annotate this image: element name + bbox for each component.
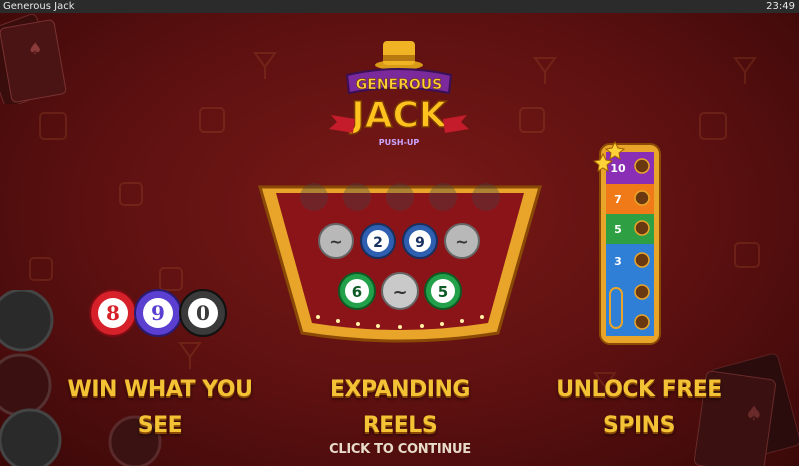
window-title: Generous Jack — [3, 1, 75, 12]
reel-row-bottom: 6 ~ 5 — [338, 272, 462, 310]
svg-text:♠: ♠ — [28, 39, 42, 58]
clock: 23:49 — [766, 1, 795, 12]
chip-1-value: 8 — [106, 301, 120, 325]
reel-bottom-2: ~ — [392, 282, 407, 303]
feature-caption-unlock-free-spins: UNLOCK FREE SPINS — [556, 377, 722, 438]
reel-bottom-3: 5 — [438, 283, 448, 301]
unlock-free-spins-illustration: 10 7 5 3 — [592, 140, 661, 345]
chip-3: 0 — [179, 289, 227, 337]
feature-caption-expanding-reels: EXPANDING REELS — [330, 377, 470, 438]
game-logo: GENEROUS JACK PUSH-UP — [329, 41, 469, 147]
chip-2-value: 9 — [151, 301, 165, 325]
chip-1: 8 — [89, 289, 137, 337]
win-what-you-see-illustration: 8 9 0 — [89, 289, 227, 337]
reel-mid-4: ~ — [455, 232, 468, 251]
window-title-bar: Generous Jack 23:49 — [0, 0, 799, 13]
ladder-label-4: 3 — [614, 255, 622, 268]
chip-2: 9 — [134, 289, 182, 337]
logo-sub: PUSH-UP — [379, 138, 420, 147]
click-to-continue-button[interactable]: CLICK TO CONTINUE — [320, 440, 480, 460]
reel-mid-3: 9 — [415, 235, 425, 251]
reel-mid-1: ~ — [329, 232, 342, 251]
logo-line1: GENEROUS — [356, 77, 442, 93]
ladder-label-2: 7 — [614, 193, 622, 206]
feature-caption-win-what-you-see: WIN WHAT YOU SEE — [67, 377, 253, 438]
ladder-label-1: 10 — [610, 162, 626, 175]
ladder-label-3: 5 — [614, 223, 622, 236]
logo-line2: JACK — [348, 95, 448, 136]
reel-bottom-1: 6 — [352, 283, 362, 301]
playing-cards-decoration: ♠ — [0, 14, 67, 104]
expanding-reels-illustration: ~ 2 9 ~ 6 ~ 5 — [258, 183, 542, 343]
chip-3-value: 0 — [196, 301, 210, 325]
reel-mid-2: 2 — [373, 235, 383, 251]
cards-decoration-right: ♠ — [693, 353, 799, 466]
